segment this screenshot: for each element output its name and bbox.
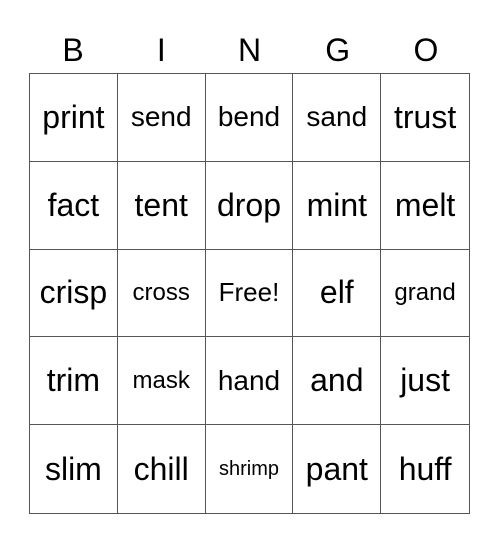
bingo-cell[interactable]: drop — [205, 161, 294, 250]
bingo-cell[interactable]: melt — [381, 162, 469, 250]
header-letter-b: B — [62, 32, 84, 68]
bingo-cell[interactable]: trim — [30, 337, 118, 426]
bingo-cell[interactable]: bend — [205, 74, 294, 162]
bingo-cell[interactable]: cross — [117, 249, 206, 338]
bingo-cell[interactable]: elf — [293, 249, 382, 338]
header-letter-o: O — [413, 32, 439, 68]
bingo-cell[interactable]: and — [293, 337, 382, 426]
bingo-cell[interactable]: chill — [118, 425, 206, 513]
bingo-cell[interactable]: mint — [293, 161, 382, 250]
free-space-cell[interactable]: Free! — [205, 249, 294, 338]
header-letter-g: G — [325, 32, 351, 68]
header-letter-n: N — [237, 32, 262, 68]
bingo-cell[interactable]: grand — [381, 250, 469, 338]
bingo-cell[interactable]: sand — [293, 74, 382, 162]
bingo-cell[interactable]: hand — [205, 337, 294, 426]
bingo-cell[interactable]: huff — [381, 425, 469, 513]
bingo-cell[interactable]: print — [30, 74, 118, 162]
bingo-cell[interactable]: crisp — [30, 249, 118, 338]
bingo-cell[interactable]: send — [117, 74, 206, 162]
header-letter-i: I — [156, 32, 166, 68]
bingo-cell[interactable]: shrimp — [206, 425, 294, 513]
bingo-cell[interactable]: tent — [117, 161, 206, 250]
bingo-cell[interactable]: mask — [117, 337, 206, 426]
bingo-grid: print send bend sand trust fact tent dro… — [29, 73, 470, 514]
bingo-cell[interactable]: just — [381, 337, 469, 426]
bingo-cell[interactable]: slim — [30, 425, 118, 513]
bingo-cell[interactable]: trust — [381, 74, 469, 162]
bingo-cell[interactable]: pant — [293, 425, 382, 513]
bingo-header: B I N G O — [29, 28, 470, 72]
bingo-cell[interactable]: fact — [30, 161, 118, 250]
